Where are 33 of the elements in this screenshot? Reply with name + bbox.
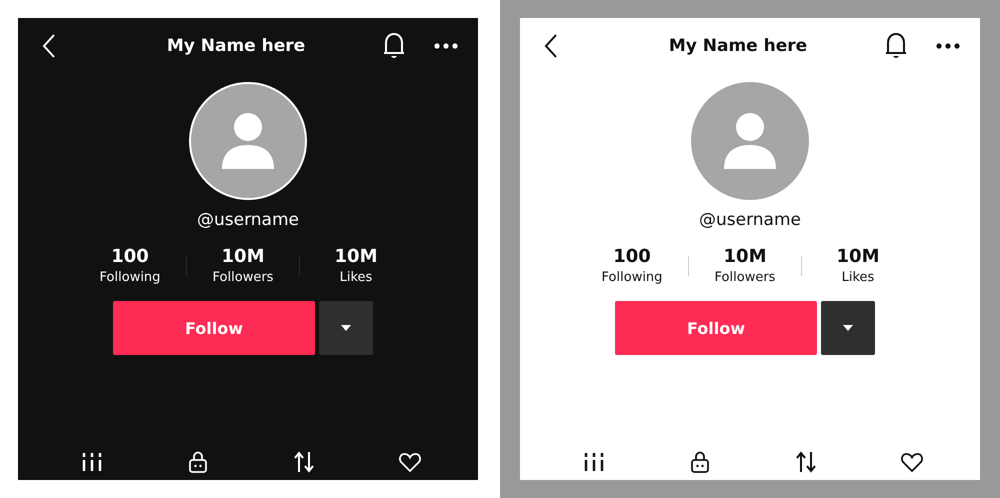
grid-icon[interactable] (582, 450, 606, 474)
stat-count: 10M (334, 246, 378, 267)
grid-icon[interactable] (80, 450, 104, 474)
stat-label: Likes (340, 270, 372, 285)
repost-icon[interactable] (292, 450, 316, 474)
stat-label: Followers (714, 270, 776, 285)
lock-icon[interactable] (186, 450, 210, 474)
stat-count: 10M (724, 246, 766, 267)
notification-bell-icon[interactable] (382, 32, 406, 60)
caret-icon (843, 325, 853, 331)
repost-icon[interactable] (794, 450, 818, 474)
caret-icon (341, 325, 351, 331)
profile-title: My Name here (668, 36, 808, 56)
follow-button[interactable]: Follow (615, 301, 817, 355)
profile-title: My Name here (166, 36, 306, 56)
notification-bell-icon[interactable] (884, 32, 908, 60)
username: @username (197, 210, 299, 230)
back-icon[interactable] (544, 34, 558, 58)
username: @username (699, 210, 801, 230)
stat-label: Likes (842, 270, 874, 285)
follow-button[interactable]: Follow (113, 301, 315, 355)
more-options-icon[interactable] (936, 43, 960, 49)
heart-icon[interactable] (900, 450, 924, 474)
stat-count: 10M (836, 246, 880, 267)
heart-icon[interactable] (398, 450, 422, 474)
stat-count: 100 (111, 246, 149, 267)
stat-label: Followers (212, 270, 274, 285)
lock-icon[interactable] (688, 450, 712, 474)
stat-label: Following (100, 270, 160, 285)
stat-label: Following (602, 270, 662, 285)
more-options-icon[interactable] (434, 43, 458, 49)
stat-count: 100 (613, 246, 651, 267)
stat-count: 10M (222, 246, 264, 267)
